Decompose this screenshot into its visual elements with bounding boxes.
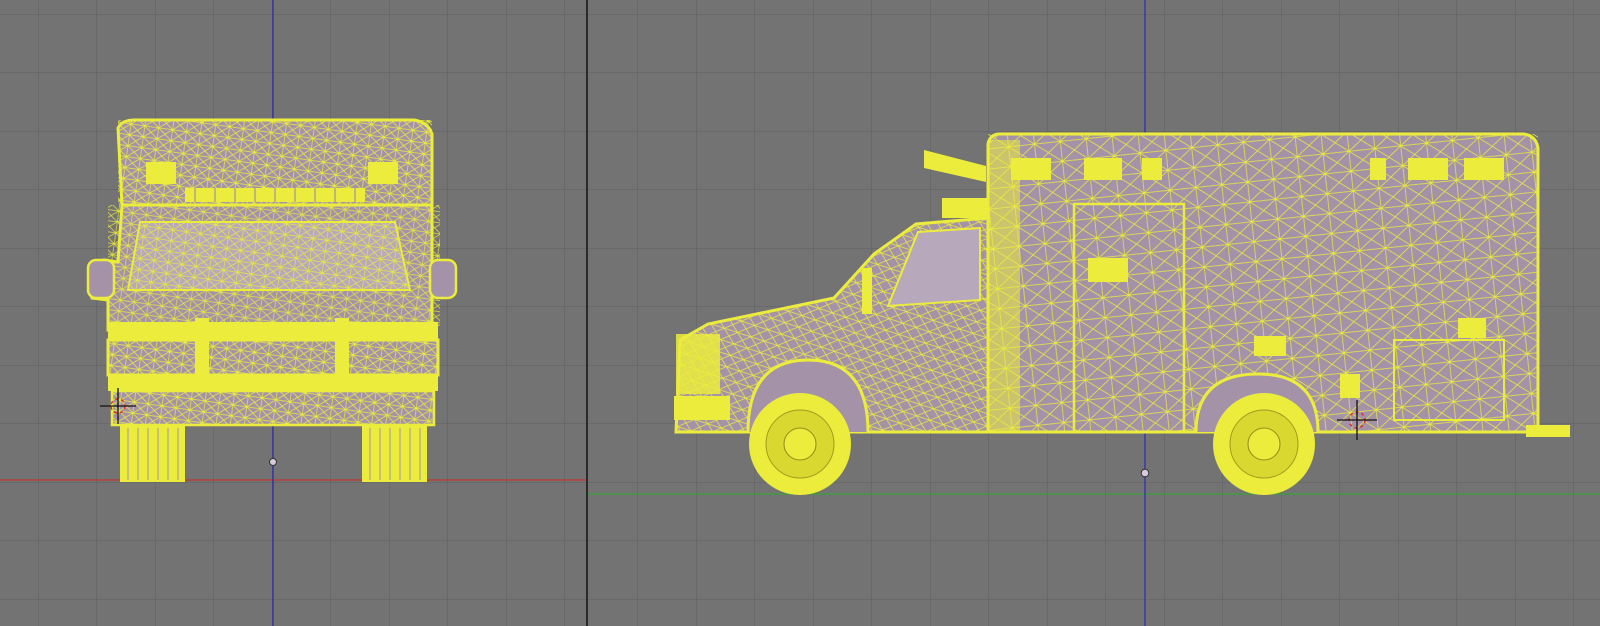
box-light-3 (1142, 158, 1162, 180)
rear-wheel (1213, 393, 1315, 495)
mirror-left (86, 258, 116, 300)
front-viewport[interactable] (0, 0, 586, 626)
side-light (1088, 258, 1128, 282)
box-light-6 (1464, 158, 1504, 180)
object-origin-icon[interactable] (1140, 468, 1150, 478)
box-light-5 (1408, 158, 1448, 180)
rear-marker-light (1458, 318, 1486, 338)
box-light-4 (1370, 158, 1386, 180)
front-bumper-side (674, 396, 730, 420)
side-viewport[interactable] (588, 0, 1600, 626)
cab-roof-beacon (942, 198, 988, 218)
front-left-wheel (120, 425, 185, 482)
mid-marker-light (1254, 336, 1286, 356)
front-guard-bar (108, 322, 438, 340)
side-view-canvas[interactable] (588, 0, 1600, 626)
rear-step (1526, 425, 1570, 437)
front-wheel (749, 393, 851, 495)
front-grille-side (676, 334, 720, 394)
object-origin-icon[interactable] (269, 458, 277, 466)
roof-light-left (146, 162, 176, 184)
front-bumper (108, 375, 438, 391)
roof-light-right (368, 162, 398, 184)
box-light-1 (1011, 158, 1051, 180)
front-view-canvas[interactable] (0, 0, 586, 626)
side-mirror (862, 268, 872, 314)
mirror-right (428, 258, 458, 300)
box-light-2 (1084, 158, 1122, 180)
front-right-wheel (362, 425, 427, 482)
tail-light (1340, 374, 1360, 398)
